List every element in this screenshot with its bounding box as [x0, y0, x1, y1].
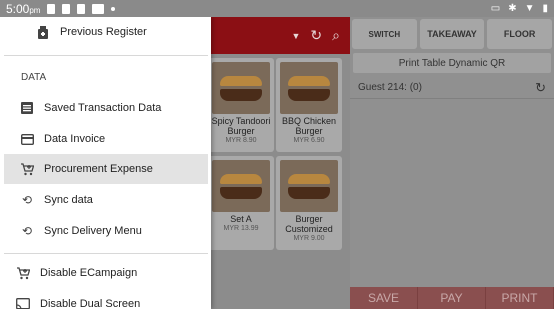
- menu-item-price: MYR 8.90: [225, 137, 257, 144]
- menu-item-card[interactable]: BBQ Chicken Burger MYR 6.90: [276, 58, 342, 152]
- wifi-icon: ▼: [524, 3, 535, 14]
- menu-item-card[interactable]: Burger Customized MYR 9.00: [276, 156, 342, 250]
- notification-icon: [47, 3, 56, 14]
- drawer-item-label: Sync Delivery Menu: [44, 225, 142, 237]
- cart-icon: [16, 266, 30, 280]
- drawer-item-label: Disable Dual Screen: [40, 298, 141, 309]
- status-bar: 5:00pm ▭ ✱ ▼ ▮: [0, 0, 554, 17]
- menu-item-card[interactable]: Spicy Tandoori Burger MYR 8.90: [208, 58, 274, 152]
- sync-icon: ⟲: [21, 224, 33, 238]
- drawer-item-label: Procurement Expense: [44, 163, 153, 175]
- drawer-item-label: Disable ECampaign: [40, 267, 138, 279]
- menu-item-card[interactable]: Set A MYR 13.99: [208, 156, 274, 250]
- drawer-item-disable-ecampaign[interactable]: Disable ECampaign: [4, 258, 208, 288]
- drawer-item-sync-data[interactable]: ⟲ Sync data: [4, 185, 208, 215]
- drawer-item-disable-dual-screen[interactable]: Disable Dual Screen: [4, 289, 208, 309]
- refresh-icon[interactable]: ↻: [535, 80, 546, 96]
- download-icon: [77, 3, 86, 14]
- cast-icon: ▭: [490, 3, 501, 14]
- drawer-item-label: Sync data: [44, 194, 93, 206]
- section-label-data: DATA: [21, 72, 47, 83]
- drawer-item-label: Data Invoice: [44, 133, 106, 145]
- drawer-item-label: Previous Register: [60, 26, 147, 38]
- list-icon: [20, 101, 34, 115]
- dropdown-icon[interactable]: ▼: [292, 31, 301, 41]
- refresh-icon[interactable]: ↻: [310, 27, 322, 44]
- order-panel: SWITCH TAKEAWAY FLOOR Print Table Dynami…: [350, 17, 554, 309]
- menu-item-name: Burger: [295, 214, 323, 224]
- print-button[interactable]: PRINT: [486, 287, 554, 309]
- search-icon[interactable]: ⌕: [332, 27, 340, 44]
- notification-icon: [62, 3, 71, 14]
- menu-item-image: [280, 160, 338, 212]
- menu-item-name: Customized: [285, 224, 333, 234]
- print-qr-button[interactable]: Print Table Dynamic QR: [353, 53, 551, 73]
- menu-item-price: MYR 13.99: [223, 225, 259, 232]
- sync-icon: ⟲: [21, 193, 33, 207]
- menu-item-name: BBQ Chicken: [281, 116, 337, 126]
- divider: [4, 253, 208, 254]
- cart-icon: [20, 162, 34, 176]
- menu-item-name: Spicy Tandoori: [211, 116, 271, 126]
- dot-icon: [111, 6, 116, 11]
- drawer-item-previous-register[interactable]: Previous Register: [4, 17, 208, 47]
- bluetooth-icon: ✱: [508, 3, 517, 14]
- floor-button[interactable]: FLOOR: [487, 19, 553, 49]
- save-button[interactable]: SAVE: [350, 287, 418, 309]
- switch-button[interactable]: SWITCH: [352, 19, 417, 49]
- guest-row: Guest 214: (0) ↻: [350, 77, 554, 99]
- guest-label: Guest 214: (0): [358, 82, 422, 93]
- drawer-item-procurement-expense[interactable]: Procurement Expense: [4, 154, 208, 184]
- cast-icon: [16, 297, 30, 309]
- takeaway-button[interactable]: TAKEAWAY: [419, 19, 485, 49]
- order-tabs: SWITCH TAKEAWAY FLOOR: [350, 17, 554, 51]
- menu-item-image: [212, 62, 270, 114]
- drawer-item-sync-delivery-menu[interactable]: ⟲ Sync Delivery Menu: [4, 216, 208, 246]
- menu-item-image: [280, 62, 338, 114]
- register-icon: [36, 25, 50, 39]
- menu-item-name: Burger: [295, 126, 323, 136]
- menu-item-price: MYR 9.00: [293, 235, 325, 242]
- drawer-item-data-invoice[interactable]: Data Invoice: [4, 124, 208, 154]
- navigation-drawer: Previous Register DATA Saved Transaction…: [0, 17, 211, 309]
- order-actions: SAVE PAY PRINT: [350, 287, 554, 309]
- divider: [4, 55, 208, 56]
- pay-button[interactable]: PAY: [418, 287, 486, 309]
- menu-item-image: [212, 160, 270, 212]
- menu-item-name: Set A: [230, 214, 252, 224]
- status-time: 5:00pm: [6, 1, 41, 16]
- menu-item-price: MYR 6.90: [293, 137, 325, 144]
- card-icon: [20, 132, 34, 146]
- drawer-item-label: Saved Transaction Data: [44, 102, 162, 114]
- menu-item-name: Burger: [227, 126, 255, 136]
- drawer-item-saved-transaction-data[interactable]: Saved Transaction Data: [4, 93, 208, 123]
- mail-icon: [92, 3, 105, 14]
- battery-icon: ▮: [542, 3, 548, 14]
